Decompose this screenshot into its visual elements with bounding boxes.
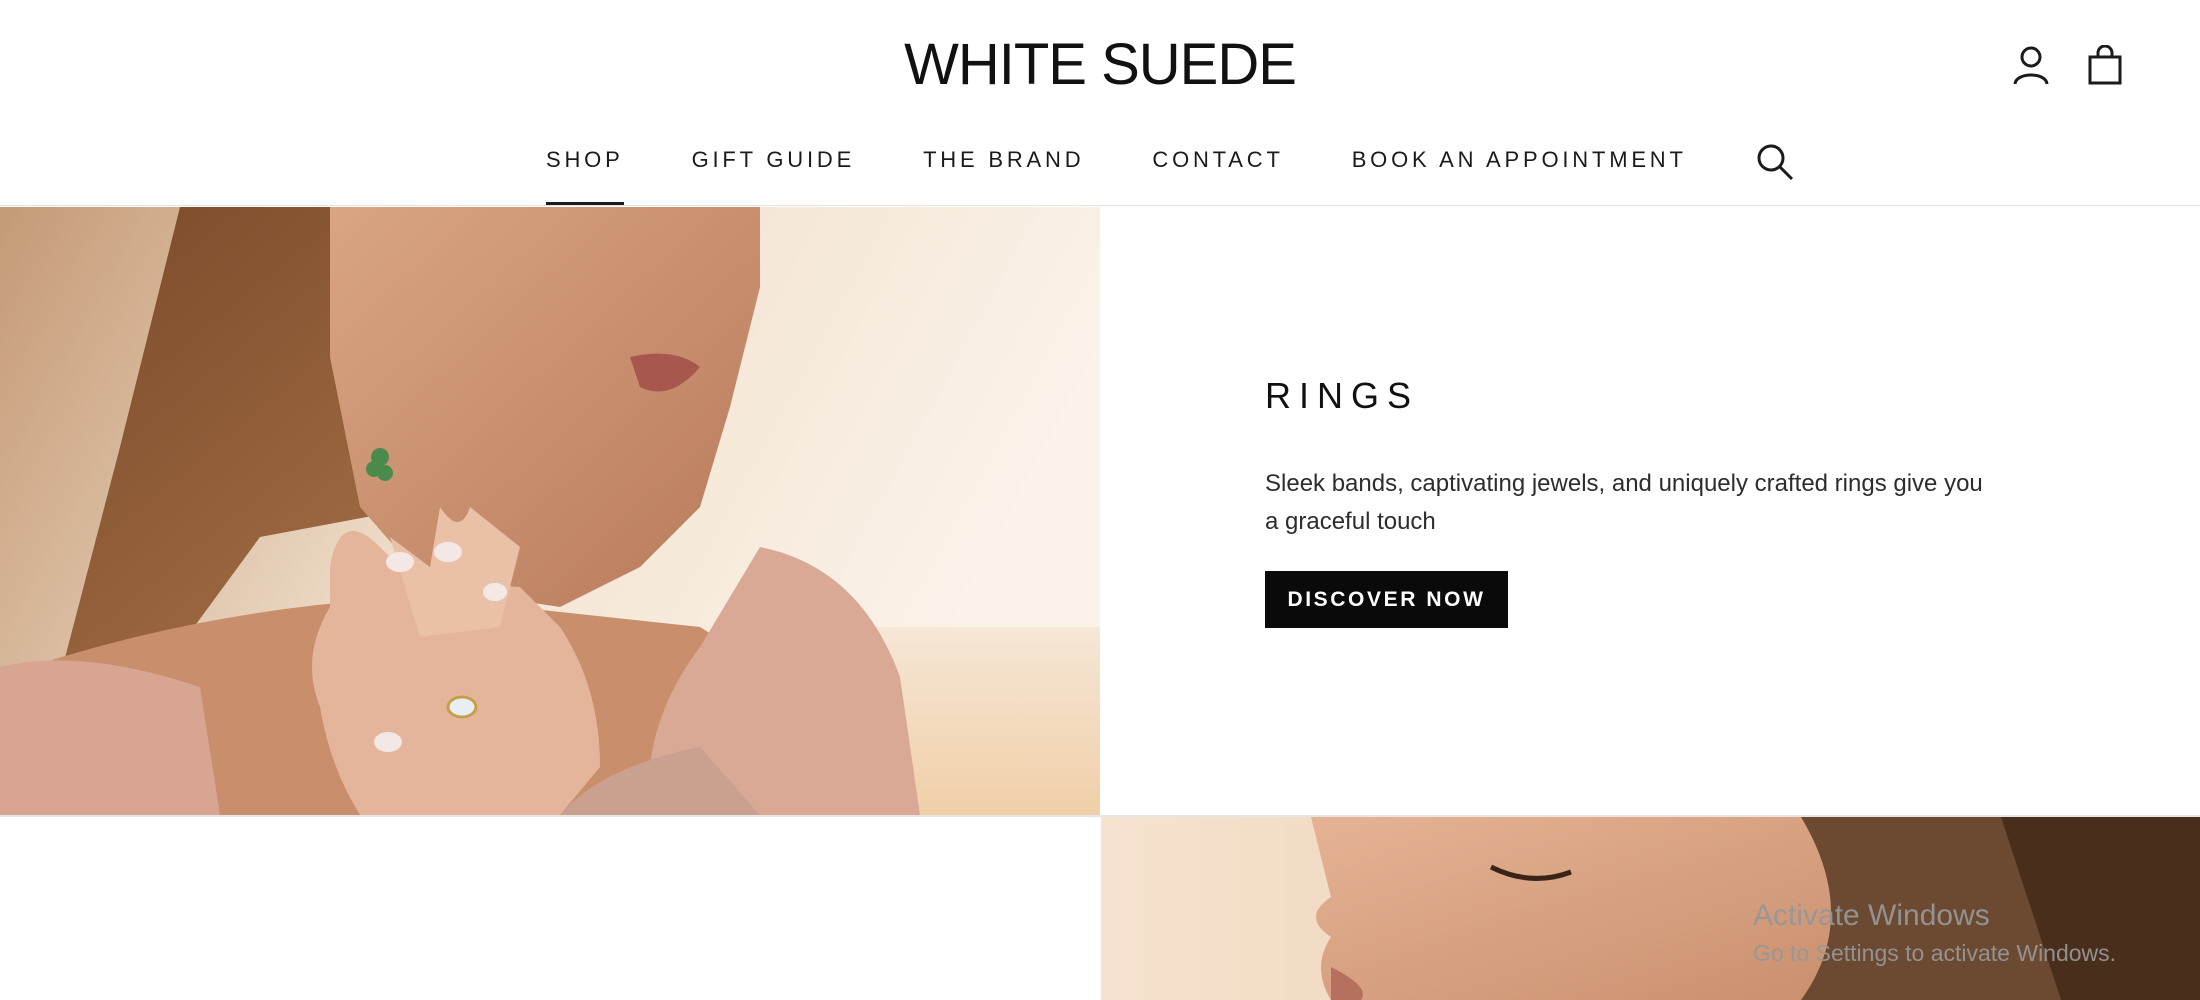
blank-panel — [0, 817, 1100, 1000]
nav-item-gift-guide[interactable]: GIFT GUIDE — [692, 146, 856, 205]
brand-logo[interactable]: WHITE SUEDE — [0, 30, 2200, 100]
site-header: WHITE SUEDE SHOP GIFT GUIDE THE BRAND CO… — [0, 0, 2200, 206]
rings-title: RINGS — [1265, 375, 1420, 416]
nav-item-contact[interactable]: CONTACT — [1152, 146, 1283, 205]
rings-hero-panel: RINGS Sleek bands, captivating jewels, a… — [1101, 207, 2200, 815]
nav-item-the-brand[interactable]: THE BRAND — [923, 146, 1084, 205]
model-closeup-image — [1101, 817, 2200, 1000]
nav-item-shop[interactable]: SHOP — [546, 146, 624, 205]
rings-description: Sleek bands, captivating jewels, and uni… — [1265, 470, 1983, 535]
rings-hero-image — [0, 207, 1100, 815]
user-account-icon[interactable] — [2010, 44, 2052, 86]
nav-item-book-appointment[interactable]: BOOK AN APPOINTMENT — [1352, 146, 1687, 205]
shopping-bag-icon[interactable] — [2084, 44, 2126, 86]
discover-now-button[interactable]: DISCOVER NOW — [1265, 571, 1508, 628]
main-nav: SHOP GIFT GUIDE THE BRAND CONTACT BOOK A… — [546, 144, 1795, 205]
header-icons — [2010, 44, 2126, 86]
search-icon[interactable] — [1755, 142, 1795, 182]
